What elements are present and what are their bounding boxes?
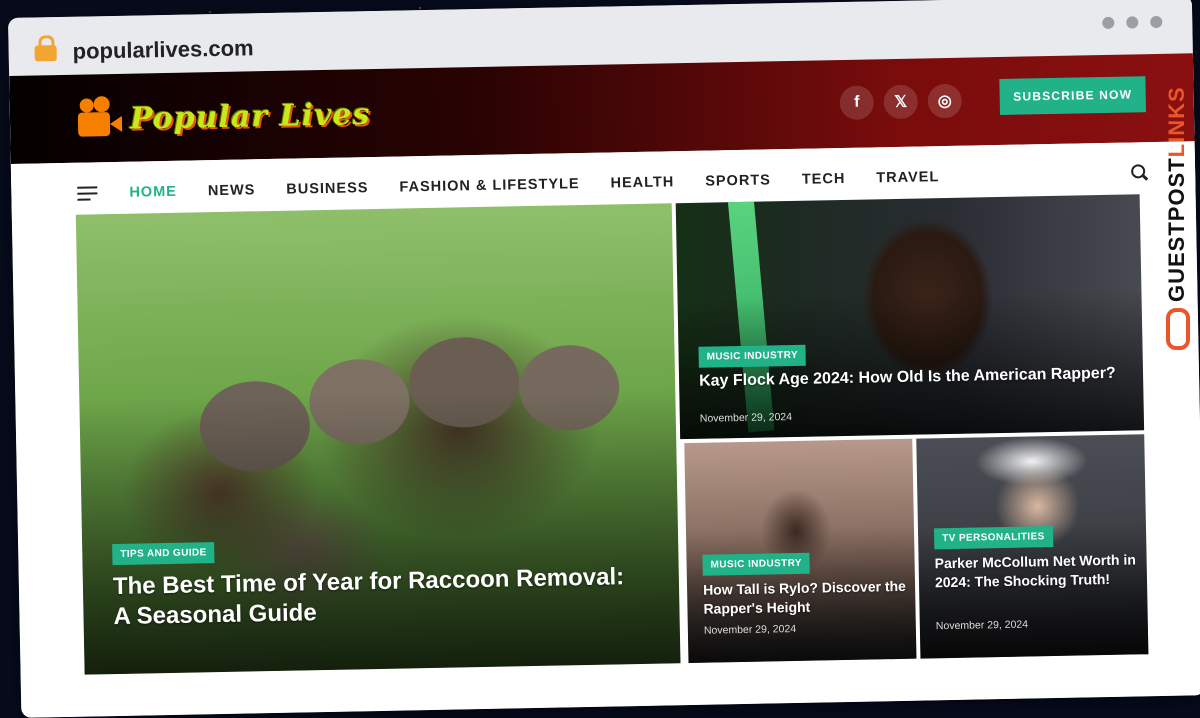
article-title[interactable]: Parker McCollum Net Worth in 2024: The S… bbox=[934, 550, 1141, 592]
url-text[interactable]: popularlives.com bbox=[72, 35, 253, 64]
nav-item-fashion-lifestyle[interactable]: FASHION & LIFESTYLE bbox=[399, 176, 579, 195]
featured-card[interactable]: MUSIC INDUSTRY How Tall is Rylo? Discove… bbox=[684, 438, 917, 664]
nav-item-business[interactable]: BUSINESS bbox=[286, 180, 368, 198]
featured-card[interactable]: MUSIC INDUSTRY Kay Flock Age 2024: How O… bbox=[675, 194, 1145, 440]
nav-item-news[interactable]: NEWS bbox=[208, 182, 256, 199]
site-logo[interactable]: Popular Lives bbox=[74, 91, 371, 143]
logo-text: Popular Lives bbox=[129, 96, 371, 137]
facebook-icon[interactable]: f bbox=[839, 85, 875, 121]
lock-icon bbox=[34, 35, 57, 62]
social-links: f 𝕏 ◎ bbox=[839, 83, 963, 121]
menu-icon[interactable] bbox=[77, 186, 98, 201]
nav-item-tech[interactable]: TECH bbox=[802, 171, 846, 188]
article-date: November 29, 2024 bbox=[935, 618, 1029, 633]
window-controls bbox=[1102, 15, 1163, 29]
article-date: November 29, 2024 bbox=[703, 622, 797, 637]
article-date: November 29, 2024 bbox=[699, 411, 793, 425]
category-badge[interactable]: TIPS AND GUIDE bbox=[112, 542, 215, 566]
link-icon bbox=[1166, 308, 1190, 350]
watermark-text: GUESTPOST bbox=[1164, 157, 1189, 302]
article-title[interactable]: The Best Time of Year for Raccoon Remova… bbox=[113, 562, 634, 632]
category-badge[interactable]: MUSIC INDUSTRY bbox=[702, 552, 811, 576]
nav-item-sports[interactable]: SPORTS bbox=[705, 172, 771, 189]
nav-item-health[interactable]: HEALTH bbox=[610, 174, 674, 191]
featured-card[interactable]: TV PERSONALITIES Parker McCollum Net Wor… bbox=[916, 434, 1149, 659]
watermark-text-accent: LINKS bbox=[1164, 86, 1189, 158]
window-dot-icon[interactable] bbox=[1150, 15, 1163, 29]
featured-grid: TIPS AND GUIDE The Best Time of Year for… bbox=[75, 194, 1149, 675]
category-badge[interactable]: MUSIC INDUSTRY bbox=[698, 344, 807, 368]
instagram-icon[interactable]: ◎ bbox=[927, 83, 963, 119]
nav-item-travel[interactable]: TRAVEL bbox=[876, 169, 939, 186]
browser-window: popularlives.com Popular Lives f 𝕏 ◎ SUB… bbox=[8, 0, 1200, 718]
x-icon[interactable]: 𝕏 bbox=[883, 84, 919, 120]
camera-icon bbox=[74, 96, 125, 143]
window-dot-icon[interactable] bbox=[1102, 16, 1115, 29]
window-dot-icon[interactable] bbox=[1126, 16, 1139, 29]
featured-card-main[interactable]: TIPS AND GUIDE The Best Time of Year for… bbox=[75, 203, 681, 675]
subscribe-button[interactable]: SUBSCRIBE NOW bbox=[999, 76, 1147, 115]
guestpostlinks-watermark: GUESTPOSTLINKS bbox=[1158, 54, 1200, 364]
nav-item-home[interactable]: HOME bbox=[129, 184, 177, 201]
article-title[interactable]: How Tall is Rylo? Discover the Rapper's … bbox=[703, 577, 910, 619]
category-badge[interactable]: TV PERSONALITIES bbox=[933, 526, 1053, 550]
search-icon[interactable] bbox=[1131, 164, 1149, 181]
